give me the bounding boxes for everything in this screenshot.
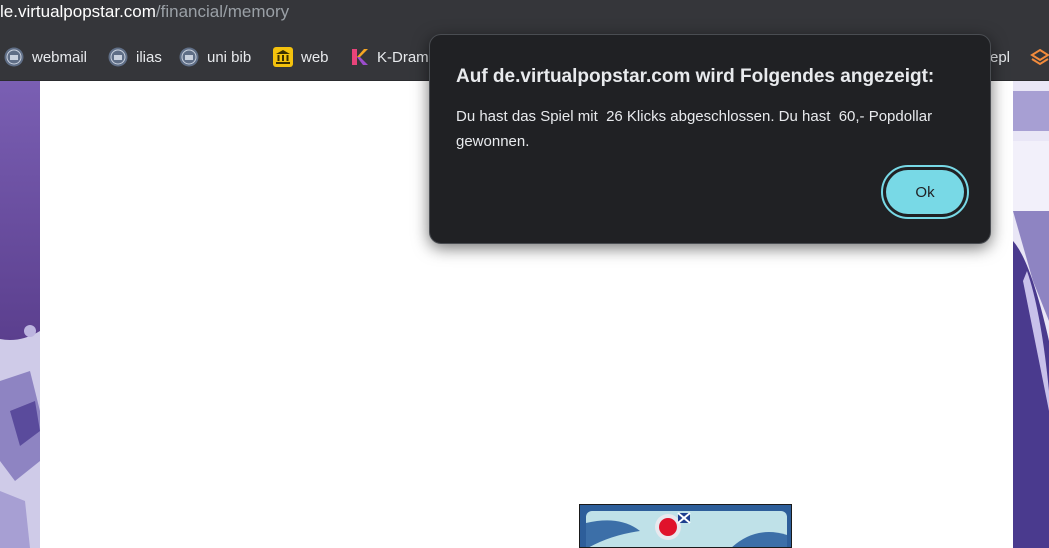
bookmark-label: webmail [32,48,88,66]
bookmark-web[interactable]: web [273,46,329,68]
bookmark-k-drama[interactable]: K-Dram [349,46,429,68]
bookmark-label: K-Dram [377,48,429,66]
browser-window: le.virtualpopstar.com/financial/memory w… [0,0,1049,548]
university-seal-icon [108,47,128,67]
layers-icon [1030,48,1049,66]
background-right-art [1013,81,1049,548]
ok-button[interactable]: Ok [881,165,969,219]
url-domain: le.virtualpopstar.com [0,2,156,21]
alert-dialog: Auf de.virtualpopstar.com wird Folgendes… [429,34,991,244]
decorative-background [0,81,40,548]
bookmark-ilias[interactable]: ilias [108,46,162,68]
bookmark-uni-bib[interactable]: uni bib [179,46,251,68]
k-logo-icon [352,49,368,65]
game-thumbnail-art [580,505,791,547]
url-path: /financial/memory [155,2,290,21]
bookmark-epl[interactable]: epl [990,46,1010,68]
bookmark-layers[interactable] [1030,46,1049,68]
background-left-art [0,81,40,548]
url-text[interactable]: le.virtualpopstar.com/financial/memory [0,1,289,23]
decorative-background [1013,81,1049,548]
bookmark-webmail[interactable]: webmail [4,46,87,68]
bookmark-label: uni bib [207,48,252,66]
university-seal-icon [4,47,24,67]
dialog-title: Auf de.virtualpopstar.com wird Folgendes… [456,66,935,87]
bank-building-icon [273,47,293,67]
ok-button-label[interactable]: Ok [886,170,964,214]
address-bar[interactable]: le.virtualpopstar.com/financial/memory [0,0,1049,34]
bookmark-label: epl [990,48,1011,66]
bookmark-label: ilias [136,48,162,66]
memory-game-thumbnail[interactable] [579,504,792,548]
bookmark-label: web [301,48,329,66]
university-seal-icon [179,47,199,67]
dialog-message: Du hast das Spiel mit 26 Klicks abgeschl… [456,108,937,150]
